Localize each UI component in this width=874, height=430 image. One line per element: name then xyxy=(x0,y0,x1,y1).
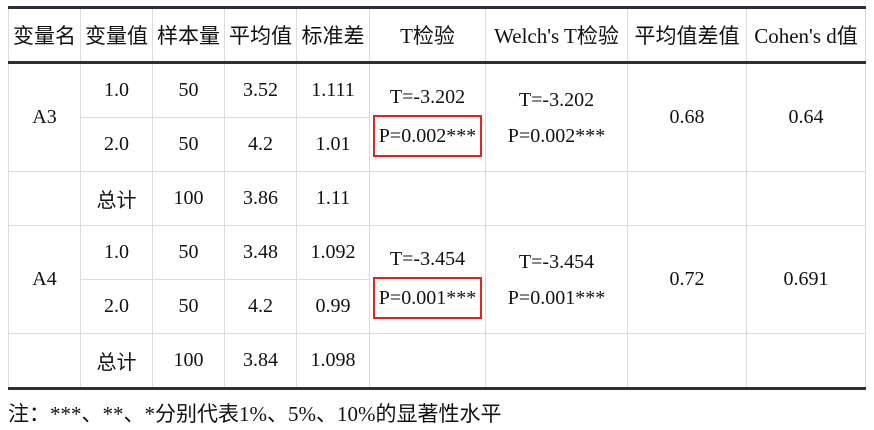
header-std-dev: 标准差 xyxy=(296,7,370,63)
t-statistic: T=-3.202 xyxy=(389,85,466,108)
total-label-cell: 总计 xyxy=(80,171,153,226)
mean-cell: 3.86 xyxy=(224,171,297,226)
welch-p-value: P=0.001*** xyxy=(507,286,606,309)
std-dev-cell: 0.99 xyxy=(296,279,370,334)
cohens-d-cell: 0.64 xyxy=(746,62,866,172)
header-variable-name: 变量名 xyxy=(8,7,81,63)
p-value-highlighted: P=0.002*** xyxy=(372,114,483,157)
t-test-cell: T=-3.454 P=0.001*** xyxy=(369,225,486,334)
empty-cell xyxy=(369,171,486,226)
welch-t-statistic: T=-3.202 xyxy=(518,88,595,111)
variable-value-cell: 2.0 xyxy=(80,117,153,172)
mean-cell: 4.2 xyxy=(224,117,297,172)
variable-value-cell: 1.0 xyxy=(80,62,153,118)
header-welch-t-test: Welch's T检验 xyxy=(485,7,628,63)
table-row: A4 1.0 50 3.48 1.092 T=-3.454 P=0.001***… xyxy=(8,225,866,334)
empty-cell xyxy=(369,333,486,389)
sample-size-cell: 50 xyxy=(152,117,225,172)
header-cohens-d: Cohen's d值 xyxy=(746,7,866,63)
table-row: A3 1.0 50 3.52 1.111 T=-3.202 P=0.002***… xyxy=(8,62,866,172)
mean-difference-cell: 0.68 xyxy=(627,62,747,172)
welch-t-statistic: T=-3.454 xyxy=(518,250,595,273)
sample-size-cell: 50 xyxy=(152,62,225,118)
header-mean: 平均值 xyxy=(224,7,297,63)
header-variable-value: 变量值 xyxy=(80,7,153,63)
mean-cell: 3.48 xyxy=(224,225,297,280)
empty-cell xyxy=(485,171,628,226)
empty-cell xyxy=(485,333,628,389)
total-label-cell: 总计 xyxy=(80,333,153,389)
variable-value-cell: 1.0 xyxy=(80,225,153,280)
mean-cell: 3.84 xyxy=(224,333,297,389)
empty-cell xyxy=(746,171,866,226)
sample-size-cell: 50 xyxy=(152,279,225,334)
welch-t-test-cell: T=-3.454 P=0.001*** xyxy=(485,225,628,334)
t-test-cell: T=-3.202 P=0.002*** xyxy=(369,62,486,172)
group-name-cell: A3 xyxy=(8,62,81,172)
header-t-test: T检验 xyxy=(369,7,486,63)
significance-note: 注：***、**、*分别代表1%、5%、10%的显著性水平 xyxy=(8,402,502,426)
header-mean-difference: 平均值差值 xyxy=(627,7,747,63)
t-statistic: T=-3.454 xyxy=(389,247,466,270)
std-dev-cell: 1.01 xyxy=(296,117,370,172)
welch-p-value: P=0.002*** xyxy=(507,124,606,147)
variable-value-cell: 2.0 xyxy=(80,279,153,334)
header-row: 变量名 变量值 样本量 平均值 标准差 T检验 Welch's T检验 平均值差… xyxy=(8,7,866,63)
cohens-d-cell: 0.691 xyxy=(746,225,866,334)
mean-cell: 3.52 xyxy=(224,62,297,118)
empty-cell xyxy=(8,171,81,226)
sample-size-cell: 50 xyxy=(152,225,225,280)
t-test-results-table: 变量名 变量值 样本量 平均值 标准差 T检验 Welch's T检验 平均值差… xyxy=(8,6,866,390)
results-table-container: 变量名 变量值 样本量 平均值 标准差 T检验 Welch's T检验 平均值差… xyxy=(8,6,866,390)
group-name-cell: A4 xyxy=(8,225,81,334)
p-value-highlighted: P=0.001*** xyxy=(372,276,483,319)
total-row: 总计 100 3.86 1.11 xyxy=(8,171,866,226)
total-row: 总计 100 3.84 1.098 xyxy=(8,333,866,389)
std-dev-cell: 1.111 xyxy=(296,62,370,118)
std-dev-cell: 1.11 xyxy=(296,171,370,226)
empty-cell xyxy=(627,333,747,389)
sample-size-cell: 100 xyxy=(152,333,225,389)
empty-cell xyxy=(627,171,747,226)
mean-difference-cell: 0.72 xyxy=(627,225,747,334)
std-dev-cell: 1.098 xyxy=(296,333,370,389)
welch-t-test-cell: T=-3.202 P=0.002*** xyxy=(485,62,628,172)
header-sample-size: 样本量 xyxy=(152,7,225,63)
mean-cell: 4.2 xyxy=(224,279,297,334)
std-dev-cell: 1.092 xyxy=(296,225,370,280)
sample-size-cell: 100 xyxy=(152,171,225,226)
empty-cell xyxy=(746,333,866,389)
empty-cell xyxy=(8,333,81,389)
